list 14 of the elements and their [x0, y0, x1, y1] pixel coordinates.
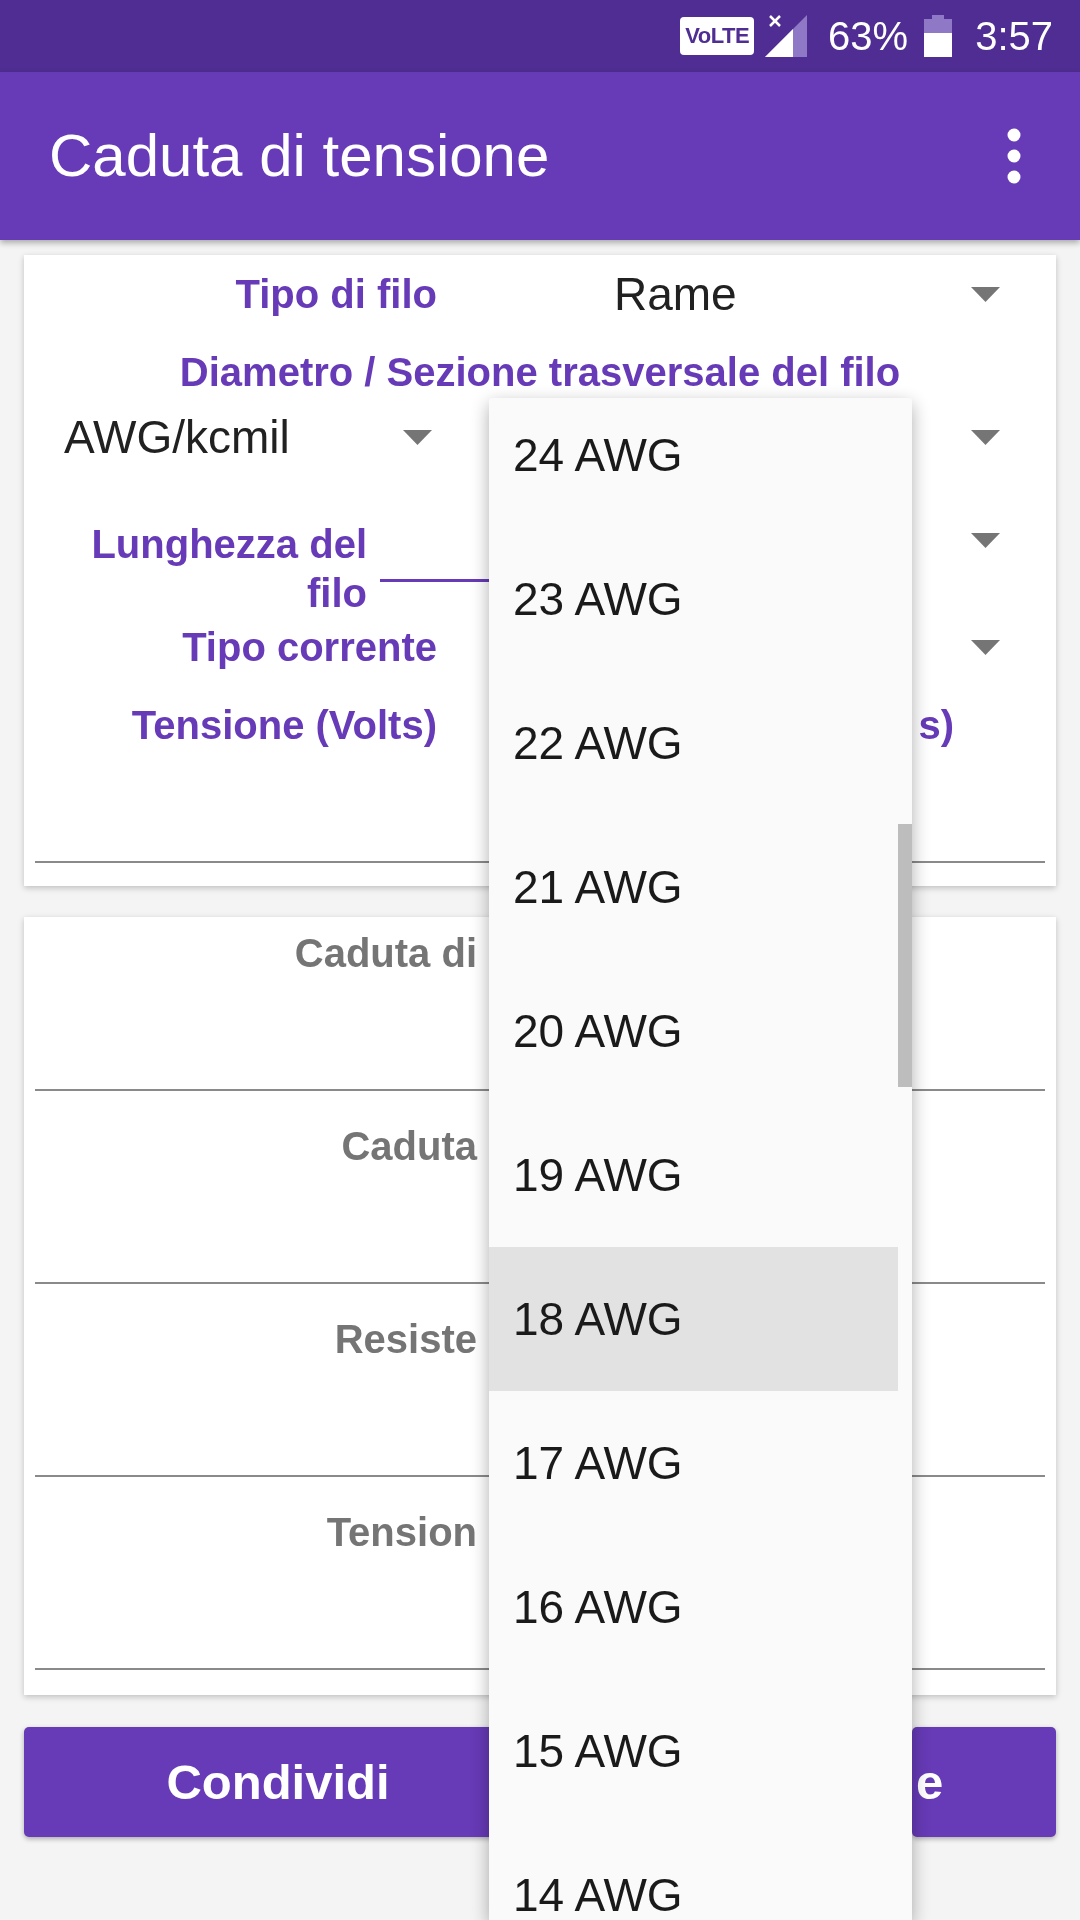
field-label: Lunghezza del filo	[90, 521, 367, 617]
field-label: Tipo di filo	[235, 271, 437, 318]
result-label: Caduta	[341, 1126, 477, 1166]
result-label: Resiste	[334, 1319, 477, 1359]
volte-badge: VoLTE	[680, 17, 755, 55]
field-label: Tipo corrente	[182, 624, 437, 671]
field-label: Diametro / Sezione trasversale del filo	[179, 349, 901, 396]
result-label: Caduta di	[294, 933, 477, 973]
field-label: Tensione (Volts)	[131, 702, 437, 749]
app-title: Caduta di tensione	[49, 121, 550, 191]
field-label: s)	[918, 702, 954, 749]
result-label: Tension	[326, 1512, 477, 1552]
clock-time: 3:57	[975, 13, 1053, 59]
battery-percent: 63%	[828, 13, 909, 59]
